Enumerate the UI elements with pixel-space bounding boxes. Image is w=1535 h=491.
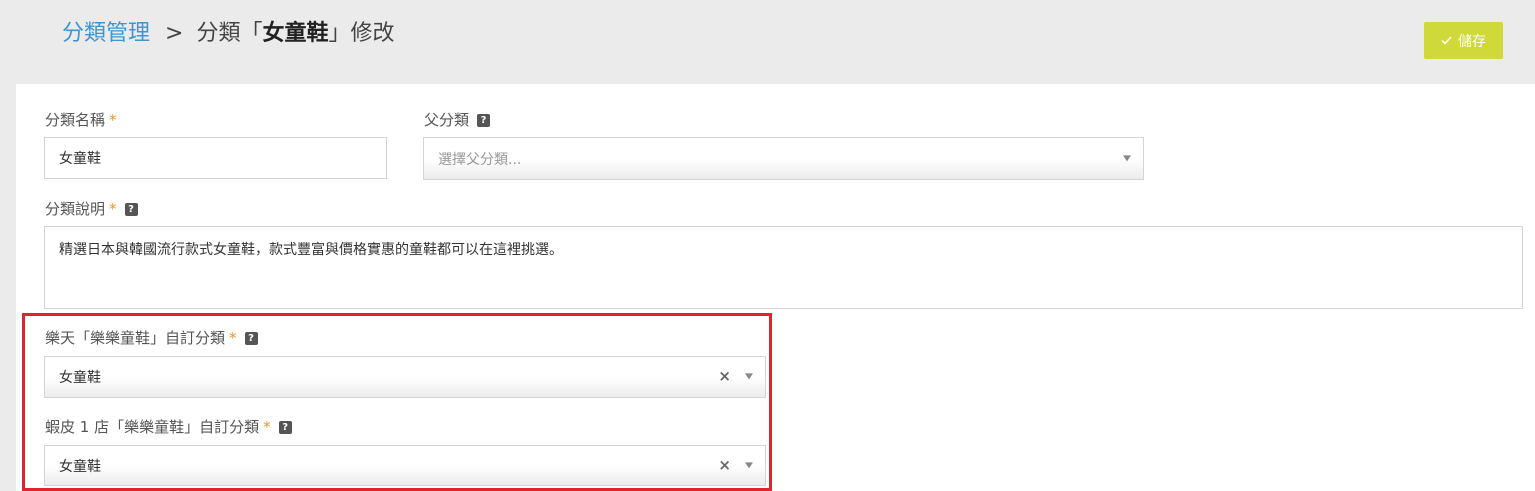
parent-category-select[interactable]: 選擇父分類... xyxy=(423,137,1144,180)
rakuten-category-select[interactable]: 女童鞋 × xyxy=(44,356,766,398)
category-description-textarea[interactable]: 精選日本與韓國流行款式女童鞋，款式豐富與價格實惠的童鞋都可以在這裡挑選。 xyxy=(44,226,1523,309)
save-button-label: 儲存 xyxy=(1458,33,1486,50)
shopee-category-selected-value: 女童鞋 xyxy=(59,458,101,475)
page-title-prefix: 分類「 xyxy=(196,21,263,46)
page-title-category-name: 女童鞋 xyxy=(262,21,329,46)
shopee-category-select[interactable]: 女童鞋 × xyxy=(44,445,766,486)
required-mark: * xyxy=(229,329,237,347)
shopee-category-label-text: 蝦皮 1 店「樂樂童鞋」自訂分類 xyxy=(45,418,260,436)
breadcrumb-link-category-management[interactable]: 分類管理 xyxy=(62,21,150,46)
breadcrumb-separator: > xyxy=(165,21,184,46)
help-icon[interactable]: ? xyxy=(477,113,491,127)
category-name-input[interactable] xyxy=(44,137,387,179)
page-header: 分類管理 > 分類「女童鞋」修改 儲存 xyxy=(0,0,1535,84)
clear-icon[interactable]: × xyxy=(718,368,731,384)
category-description-label: 分類說明 * ? xyxy=(45,199,138,219)
help-icon[interactable]: ? xyxy=(124,202,138,216)
parent-category-label-text: 父分類 xyxy=(424,111,470,129)
chevron-down-icon[interactable] xyxy=(745,373,753,380)
parent-category-label: 父分類 ? xyxy=(424,110,491,130)
page-title: 分類「女童鞋」修改 xyxy=(196,21,394,46)
check-icon xyxy=(1441,36,1452,45)
rakuten-category-label: 樂天「樂樂童鞋」自訂分類 * ? xyxy=(45,328,258,348)
category-name-label: 分類名稱 * xyxy=(45,110,117,130)
parent-category-placeholder: 選擇父分類... xyxy=(438,151,522,168)
help-icon[interactable]: ? xyxy=(244,331,258,345)
help-icon[interactable]: ? xyxy=(278,420,292,434)
required-mark: * xyxy=(109,111,117,129)
required-mark: * xyxy=(263,418,271,436)
rakuten-category-selected-value: 女童鞋 xyxy=(59,370,101,386)
page-title-suffix: 」修改 xyxy=(328,21,395,46)
chevron-down-icon[interactable] xyxy=(745,461,753,468)
save-button[interactable]: 儲存 xyxy=(1424,22,1503,59)
shopee-category-label: 蝦皮 1 店「樂樂童鞋」自訂分類 * ? xyxy=(45,417,292,437)
required-mark: * xyxy=(109,200,117,218)
category-description-label-text: 分類說明 xyxy=(45,200,106,218)
category-name-label-text: 分類名稱 xyxy=(45,111,106,129)
clear-icon[interactable]: × xyxy=(718,457,731,472)
rakuten-category-label-text: 樂天「樂樂童鞋」自訂分類 xyxy=(45,329,226,347)
chevron-down-icon[interactable] xyxy=(1123,154,1131,161)
breadcrumb: 分類管理 > 分類「女童鞋」修改 xyxy=(62,18,395,50)
